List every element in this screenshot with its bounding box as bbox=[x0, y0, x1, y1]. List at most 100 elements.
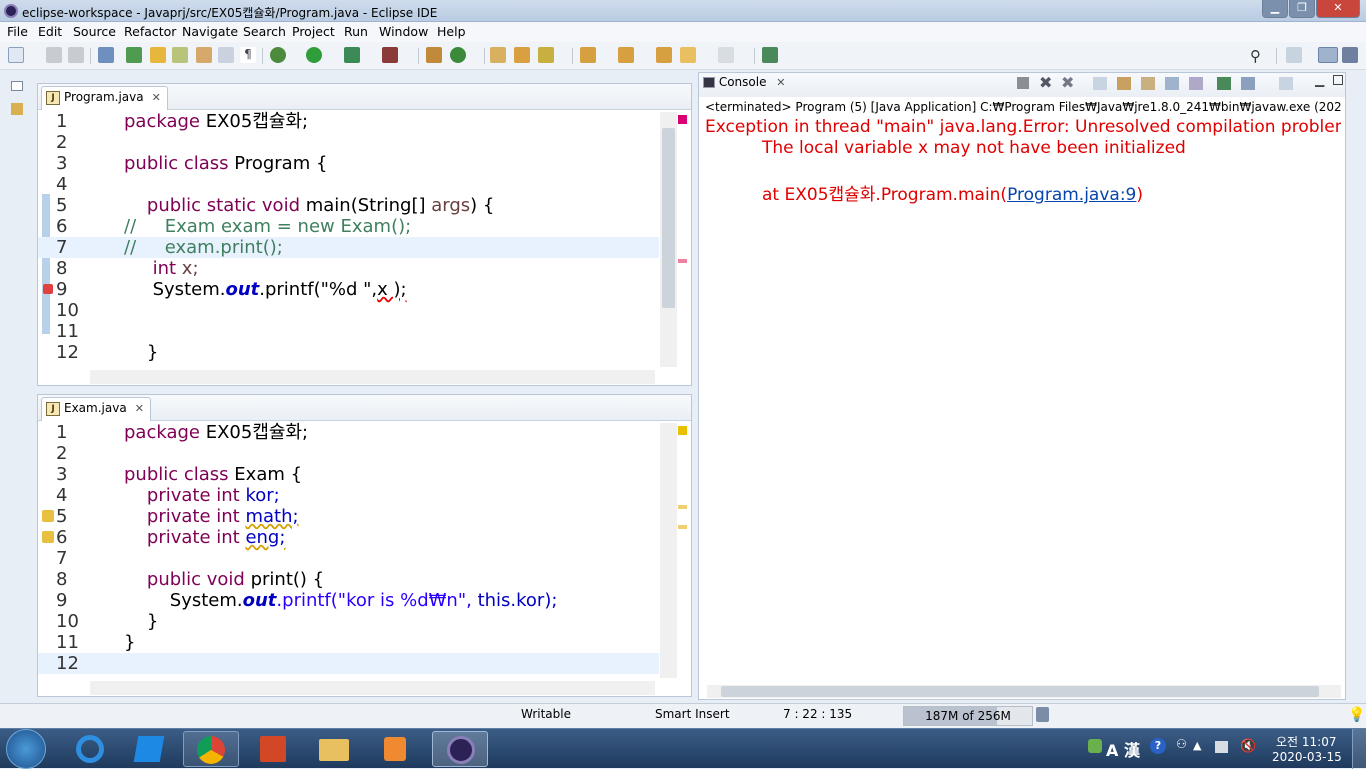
powerpoint-icon[interactable] bbox=[244, 731, 300, 767]
minimize-view-icon[interactable]: ▁ bbox=[1315, 73, 1324, 87]
maximize-button[interactable]: ❐ bbox=[1289, 0, 1315, 18]
external-tools-icon[interactable] bbox=[382, 47, 398, 63]
clear-console-icon[interactable] bbox=[1093, 77, 1107, 90]
media-player-icon[interactable] bbox=[366, 731, 422, 767]
close-tab-icon[interactable]: ✕ bbox=[776, 76, 785, 89]
menu-navigate[interactable]: Navigate bbox=[182, 24, 238, 39]
horizontal-scrollbar[interactable] bbox=[90, 370, 655, 384]
paragraph-icon[interactable]: ¶ bbox=[240, 47, 256, 63]
stack-trace-link[interactable]: Program.java:9 bbox=[1007, 185, 1136, 205]
new-icon[interactable] bbox=[8, 47, 24, 63]
error-summary-icon[interactable] bbox=[678, 115, 687, 124]
ime-indicator[interactable]: A 漢 bbox=[1106, 737, 1140, 761]
new-class-icon[interactable] bbox=[450, 47, 466, 63]
warning-overview-marker[interactable] bbox=[678, 505, 687, 509]
run-icon[interactable] bbox=[306, 47, 322, 63]
code-area[interactable]: 1 package EX05캡슐화; 2 3 public class Exam {… bbox=[38, 422, 659, 680]
new-java-project-icon[interactable] bbox=[426, 47, 442, 63]
internet-explorer-icon[interactable] bbox=[62, 731, 118, 767]
tab-console[interactable]: Console ✕ bbox=[703, 75, 786, 89]
back-icon[interactable] bbox=[680, 47, 696, 63]
eclipse-taskbar-icon[interactable] bbox=[432, 731, 488, 767]
tip-bulb-icon[interactable]: 💡 bbox=[1348, 707, 1365, 723]
previous-annotation-icon[interactable] bbox=[618, 47, 634, 63]
coverage-icon[interactable] bbox=[344, 47, 360, 63]
open-resource-icon[interactable] bbox=[514, 47, 530, 63]
remove-launch-icon[interactable]: ✖ bbox=[1039, 75, 1052, 91]
minimize-button[interactable]: ▁ bbox=[1262, 0, 1288, 18]
open-console-icon[interactable] bbox=[1279, 77, 1293, 90]
toggle-block-icon[interactable] bbox=[172, 47, 188, 63]
mark-occurrences-icon[interactable] bbox=[150, 47, 166, 63]
debug-icon[interactable] bbox=[270, 47, 286, 63]
pin-editor-icon[interactable] bbox=[762, 47, 778, 63]
display-console-icon[interactable] bbox=[1241, 77, 1255, 90]
close-tab-icon[interactable]: ✕ bbox=[152, 91, 161, 104]
menu-refactor[interactable]: Refactor bbox=[124, 24, 176, 39]
warning-marker-icon[interactable] bbox=[42, 510, 54, 522]
vertical-scrollbar[interactable] bbox=[660, 112, 677, 367]
warning-summary-icon[interactable] bbox=[678, 426, 687, 435]
package-explorer-icon[interactable] bbox=[11, 103, 23, 115]
menu-project[interactable]: Project bbox=[292, 24, 335, 39]
vertical-scrollbar[interactable] bbox=[660, 423, 677, 678]
debug-perspective-icon[interactable] bbox=[1342, 47, 1358, 63]
warning-marker-icon[interactable] bbox=[42, 531, 54, 543]
clock-date[interactable]: 2020-03-15 bbox=[1272, 750, 1342, 764]
warning-overview-marker[interactable] bbox=[678, 525, 687, 529]
restore-icon[interactable] bbox=[11, 81, 23, 91]
open-type-icon[interactable] bbox=[126, 47, 142, 63]
word-wrap-icon[interactable] bbox=[196, 47, 212, 63]
garbage-collect-icon[interactable] bbox=[1036, 707, 1049, 722]
error-overview-marker[interactable] bbox=[678, 259, 687, 263]
code-area[interactable]: 1 package EX05캡슐화; 2 3 public class Progra… bbox=[38, 111, 659, 369]
menu-search[interactable]: Search bbox=[243, 24, 286, 39]
start-button[interactable] bbox=[6, 729, 46, 769]
close-button[interactable]: ✕ bbox=[1316, 0, 1360, 18]
menu-file[interactable]: File bbox=[7, 24, 28, 39]
menu-help[interactable]: Help bbox=[437, 24, 466, 39]
show-on-error-icon[interactable] bbox=[1189, 77, 1203, 90]
last-edit-icon[interactable] bbox=[656, 47, 672, 63]
open-type-hierarchy-icon[interactable] bbox=[490, 47, 506, 63]
terminate-icon[interactable] bbox=[1017, 77, 1029, 89]
vscode-icon[interactable] bbox=[122, 731, 178, 767]
language-bar-icon[interactable] bbox=[1088, 739, 1102, 753]
network-icon[interactable] bbox=[1215, 741, 1228, 753]
menu-window[interactable]: Window bbox=[379, 24, 428, 39]
save-all-icon[interactable] bbox=[68, 47, 84, 63]
horizontal-scrollbar[interactable] bbox=[90, 681, 655, 695]
heap-status[interactable]: 187M of 256M bbox=[903, 706, 1033, 726]
help-icon[interactable]: ? bbox=[1150, 738, 1166, 754]
show-on-output-icon[interactable] bbox=[1165, 77, 1179, 90]
menu-edit[interactable]: Edit bbox=[38, 24, 62, 39]
console-horizontal-scrollbar[interactable] bbox=[707, 685, 1341, 698]
open-perspective-icon[interactable] bbox=[1286, 47, 1302, 63]
skip-breakpoints-icon[interactable] bbox=[98, 47, 114, 63]
remove-all-launches-icon[interactable]: ✖ bbox=[1061, 75, 1074, 91]
menu-source[interactable]: Source bbox=[73, 24, 116, 39]
scroll-thumb[interactable] bbox=[721, 686, 1319, 697]
show-hidden-icons-icon[interactable]: ▲ bbox=[1193, 739, 1201, 752]
tab-exam-java[interactable]: J Exam.java ✕ bbox=[41, 397, 151, 421]
show-desktop-button[interactable] bbox=[1352, 729, 1366, 769]
chrome-icon[interactable] bbox=[183, 731, 239, 767]
java-perspective-icon[interactable] bbox=[1318, 47, 1338, 63]
maximize-view-icon[interactable] bbox=[1333, 75, 1343, 85]
search-toolbar-icon[interactable] bbox=[538, 47, 554, 63]
clock-time[interactable]: 오전 11:07 bbox=[1276, 733, 1336, 750]
scroll-lock-icon[interactable] bbox=[1117, 77, 1131, 90]
show-whitespace-icon[interactable] bbox=[218, 47, 234, 63]
tab-program-java[interactable]: J Program.java ✕ bbox=[41, 86, 168, 110]
close-tab-icon[interactable]: ✕ bbox=[135, 402, 144, 415]
save-icon[interactable] bbox=[46, 47, 62, 63]
error-marker-icon[interactable] bbox=[43, 284, 53, 294]
scroll-thumb[interactable] bbox=[662, 128, 675, 308]
forward-icon[interactable] bbox=[718, 47, 734, 63]
pin-console-icon[interactable] bbox=[1217, 77, 1231, 90]
file-explorer-icon[interactable] bbox=[305, 731, 361, 767]
volume-muted-icon[interactable]: 🔇 bbox=[1240, 739, 1256, 754]
next-annotation-icon[interactable] bbox=[580, 47, 596, 63]
word-wrap-icon[interactable] bbox=[1141, 77, 1155, 90]
search-icon[interactable]: ⚲ bbox=[1250, 47, 1266, 65]
